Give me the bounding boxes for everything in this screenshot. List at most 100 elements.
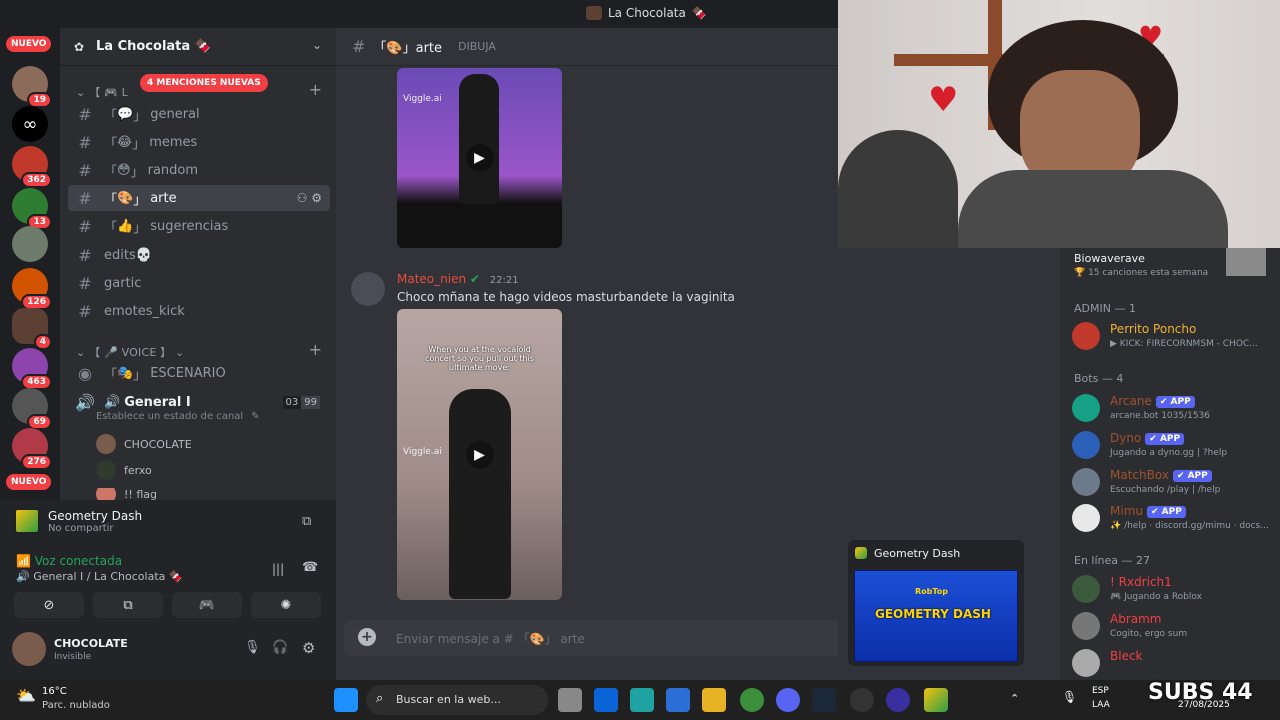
person-shirt: [958, 170, 1228, 248]
channel-settings-icon[interactable]: ⚇ ⚙: [297, 191, 322, 205]
message-composer[interactable]: + Enviar mensaje a # 「🎨」 arte: [344, 620, 848, 656]
video-caption: When you at the vocaloid concert so you …: [425, 345, 534, 372]
activities-button[interactable]: 🎮: [172, 592, 242, 618]
camera-off-button[interactable]: ⊘: [14, 592, 84, 618]
server-header[interactable]: ✿ La Chocolata 🍫 ⌄: [60, 28, 336, 66]
text-category[interactable]: ⌄ 【 🎮 L: [76, 84, 128, 100]
soundboard-button[interactable]: ✺: [251, 592, 321, 618]
video-figure: [449, 389, 511, 599]
user-avatar[interactable]: [12, 632, 46, 666]
new-badge-top[interactable]: NUEVO: [6, 36, 52, 52]
search-icon: ⌕: [376, 691, 384, 706]
user-name[interactable]: CHOCOLATE: [54, 637, 128, 650]
disconnect-icon[interactable]: ☎: [302, 560, 318, 575]
weather-temp[interactable]: 16°C: [42, 686, 67, 697]
hash-icon: #: [78, 245, 92, 265]
member-matchbox[interactable]: MatchBox ✔ APP Escuchando /play | /help: [1072, 466, 1272, 502]
music-thumbnail[interactable]: [1226, 248, 1266, 276]
voice-user-chocolate[interactable]: CHOCOLATE: [96, 434, 192, 454]
server-icon-3[interactable]: 362: [12, 146, 52, 188]
video-attachment-1[interactable]: Viggle.ai ▶: [397, 68, 562, 248]
voice-location[interactable]: 🔊 General I / La Chocolata 🍫: [16, 570, 183, 583]
server-icon-1[interactable]: 19: [12, 66, 52, 108]
hash-icon: #: [352, 37, 366, 56]
new-badge-bottom[interactable]: NUEVO: [6, 474, 52, 490]
avatar: [1072, 612, 1100, 640]
add-voice-channel-button[interactable]: +: [309, 340, 322, 359]
app-icon[interactable]: [886, 688, 910, 712]
taskbar-preview-popup[interactable]: Geometry Dash RobTop GEOMETRY DASH: [848, 540, 1024, 666]
member-perrito-poncho[interactable]: Perrito Poncho ▶ KICK: FIRECORNMSM - CHO…: [1072, 320, 1272, 356]
outlook-icon[interactable]: [594, 688, 618, 712]
chevron-down-icon[interactable]: ⌄: [312, 38, 322, 52]
play-icon[interactable]: ▶: [465, 144, 494, 172]
mentions-pill[interactable]: 4 MENCIONES NUEVAS: [140, 74, 268, 92]
member-abramm[interactable]: Abramm Cogito, ergo sum: [1072, 610, 1272, 646]
attach-plus-icon[interactable]: +: [358, 628, 376, 646]
channel-sugerencias[interactable]: # 「👍」 sugerencias: [68, 213, 330, 239]
task-view-icon[interactable]: [558, 688, 582, 712]
game-thumbnail[interactable]: RobTop GEOMETRY DASH: [854, 570, 1018, 662]
member-mimu[interactable]: Mimu ✔ APP ✨ /help · discord.gg/mimu · do…: [1072, 502, 1272, 538]
channel-edits[interactable]: # edits 💀: [68, 242, 330, 268]
speaker-icon: 🔊: [75, 392, 95, 412]
microphone-icon[interactable]: 🎙: [1062, 690, 1077, 704]
weather-desc[interactable]: Parc. nublado: [42, 700, 110, 711]
voice-category[interactable]: ⌄ 【 🎤 VOICE 】 ⌄: [76, 344, 185, 360]
discord-icon[interactable]: [776, 688, 800, 712]
steam-icon[interactable]: [812, 688, 836, 712]
channel-gartic[interactable]: # gartic: [68, 270, 330, 296]
server-icon-la-chocolata[interactable]: 4: [12, 308, 52, 350]
search-box[interactable]: ⌕ Buscar en la web...: [366, 685, 548, 715]
server-icon-10[interactable]: 276: [12, 428, 52, 470]
channel-general[interactable]: # 「💬」 general: [68, 101, 330, 127]
start-button[interactable]: [334, 688, 358, 712]
stream-icon[interactable]: ⧉: [302, 514, 311, 529]
headphones-icon[interactable]: 🎧: [272, 640, 288, 655]
author-name[interactable]: Mateo_nien: [397, 272, 466, 286]
member-bleck[interactable]: Bleck: [1072, 647, 1272, 683]
channel-random[interactable]: # 「😳」 random: [68, 157, 330, 183]
member-arcane[interactable]: Arcane ✔ APP arcane.bot 1035/1536: [1072, 392, 1272, 428]
member-rxdrich[interactable]: ! Rxdrich1 🎮 Jugando a Roblox: [1072, 573, 1272, 609]
video-attachment-2[interactable]: When you at the vocaloid concert so you …: [397, 309, 562, 600]
channel-arte[interactable]: # 「🎨」 arte ⚇ ⚙: [68, 185, 330, 211]
voice-user-flag[interactable]: !! flag: [96, 488, 157, 500]
geometry-dash-icon[interactable]: [924, 688, 948, 712]
member-dyno[interactable]: Dyno ✔ APP Jugando a dyno.gg | ?help: [1072, 429, 1272, 465]
store-icon[interactable]: [666, 688, 690, 712]
channel-escenario[interactable]: ◉ 「🎭」 ESCENARIO: [68, 360, 330, 386]
screen-share-button[interactable]: ⧉: [93, 592, 163, 618]
verified-icon: ✔: [469, 272, 480, 286]
channel-memes[interactable]: # 「😂」 memes: [68, 129, 330, 155]
user-status: Invisible: [54, 652, 92, 662]
language-indicator[interactable]: ESP: [1092, 686, 1109, 696]
folder-icon[interactable]: [702, 688, 726, 712]
server-icon-4[interactable]: 13: [12, 188, 52, 230]
avatar: [1072, 431, 1100, 459]
edge-icon[interactable]: [630, 688, 654, 712]
windows-taskbar: ⛅ 16°C Parc. nublado ⌕ Buscar en la web.…: [0, 680, 1280, 720]
gear-icon[interactable]: ⚙: [302, 639, 315, 657]
server-icon-5[interactable]: [12, 226, 48, 262]
noise-suppression-icon[interactable]: |||: [272, 562, 284, 576]
author-avatar[interactable]: [351, 272, 385, 306]
chrome-icon[interactable]: [740, 688, 764, 712]
obs-icon[interactable]: [850, 688, 874, 712]
chair-back: [838, 130, 958, 248]
server-icon-8[interactable]: 463: [12, 348, 52, 390]
play-icon[interactable]: ▶: [465, 440, 494, 469]
weather-icon[interactable]: ⛅: [16, 686, 36, 705]
chevron-up-icon[interactable]: ⌃: [1010, 692, 1019, 705]
member-top-name[interactable]: Biowaverave: [1074, 252, 1145, 265]
channel-emotes-kick[interactable]: # emotes_kick: [68, 298, 330, 324]
channel-status-hint[interactable]: Establece un estado de canal ✎: [96, 411, 260, 422]
message-text: Choco mñana te hago videos masturbandete…: [397, 290, 735, 304]
server-icon-infinity[interactable]: ∞: [12, 106, 48, 142]
activity-row[interactable]: Geometry Dash No compartir: [14, 508, 142, 534]
server-icon-6[interactable]: 126: [12, 268, 52, 310]
add-channel-button[interactable]: +: [309, 80, 322, 99]
microphone-icon[interactable]: 🎙: [244, 640, 261, 655]
server-icon-9[interactable]: 69: [12, 388, 52, 430]
voice-user-ferxo[interactable]: ferxo: [96, 460, 152, 480]
